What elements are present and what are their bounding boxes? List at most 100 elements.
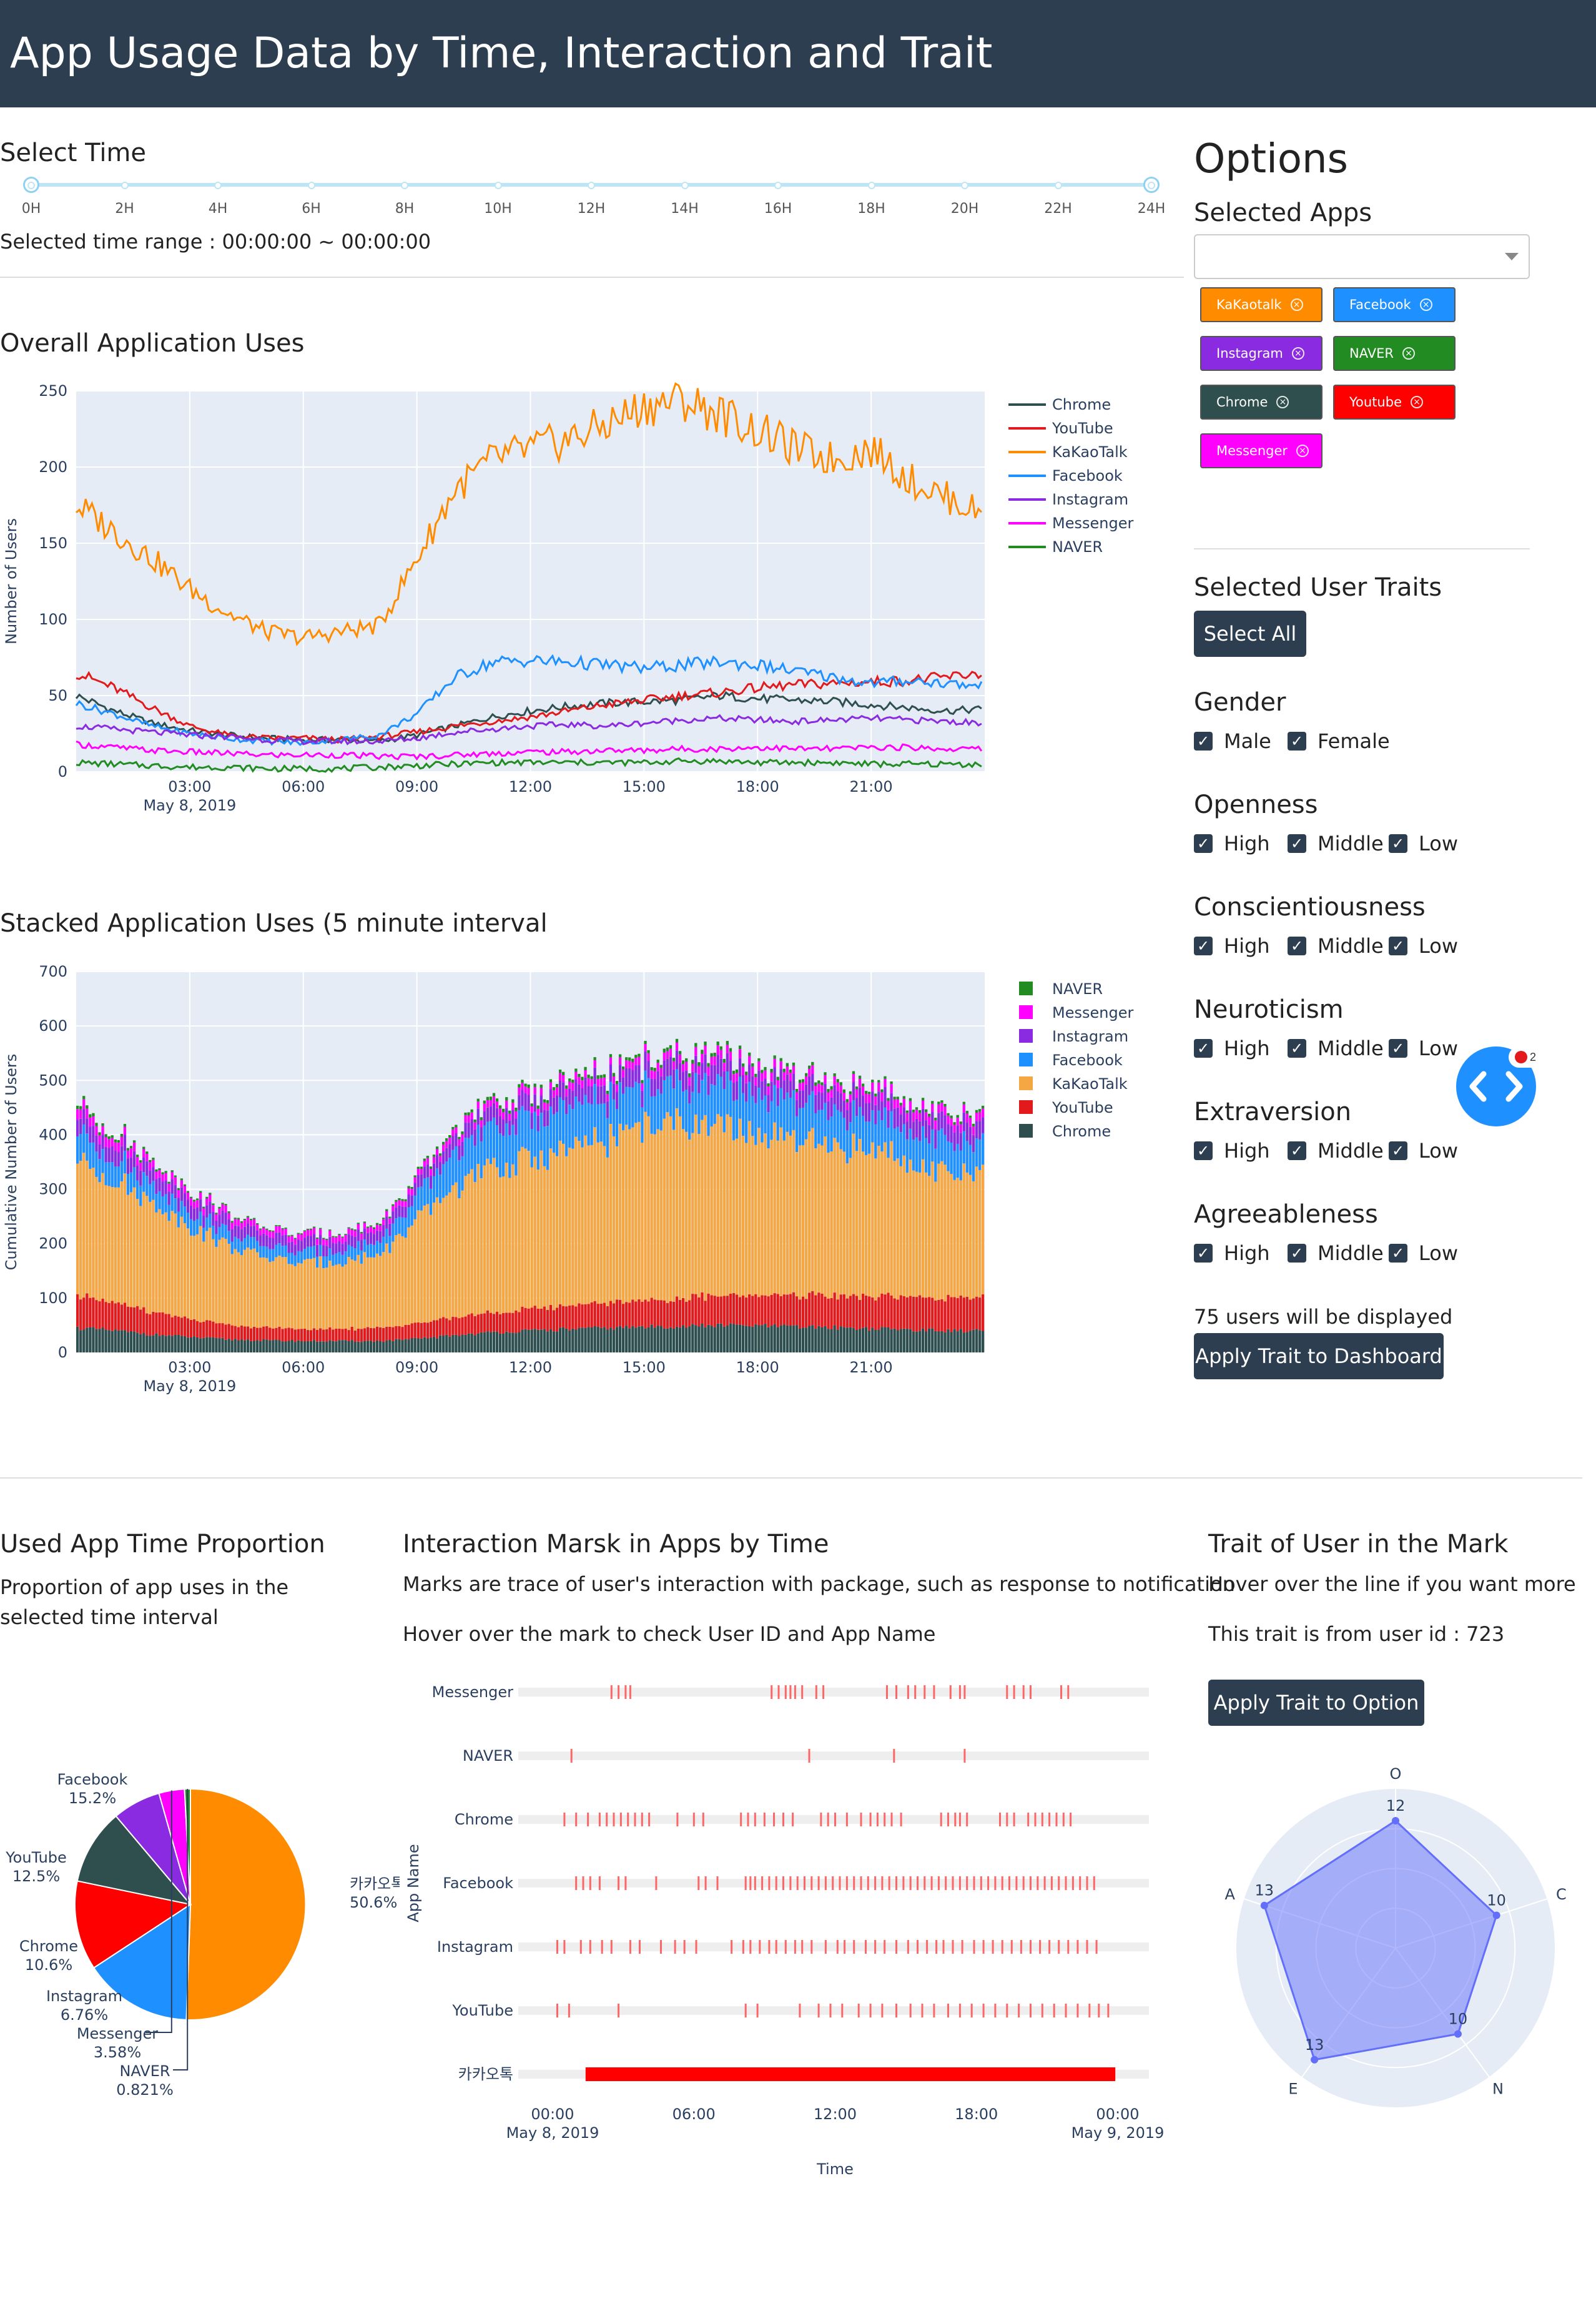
trait-point xyxy=(1454,2030,1462,2038)
bar-segment xyxy=(527,1084,530,1088)
interaction-mark xyxy=(907,1685,909,1699)
checkbox-checked-icon[interactable]: ✓ xyxy=(1194,1039,1213,1058)
bar-segment xyxy=(281,1228,284,1229)
trait-checkbox[interactable]: ✓ High xyxy=(1194,1241,1270,1265)
trait-checkbox[interactable]: ✓ Middle xyxy=(1288,1241,1384,1265)
bar-segment xyxy=(189,1319,193,1337)
bar-segment xyxy=(174,1316,177,1335)
bar-segment xyxy=(237,1252,240,1327)
interaction-mark xyxy=(822,1685,825,1699)
bar-segment xyxy=(464,1115,467,1123)
trait-checkbox[interactable]: ✓ Middle xyxy=(1288,832,1384,855)
checkbox-checked-icon[interactable]: ✓ xyxy=(1194,1141,1213,1160)
apply-trait-to-dashboard-button[interactable]: Apply Trait to Dashboard xyxy=(1194,1333,1444,1379)
remove-chip-icon[interactable]: × xyxy=(1402,347,1415,360)
trait-checkbox[interactable]: ✓ Female xyxy=(1288,729,1390,753)
bar-segment xyxy=(132,1142,136,1151)
app-chip[interactable]: Chrome × xyxy=(1200,385,1323,420)
bar-segment xyxy=(972,1329,975,1352)
app-chip[interactable]: NAVER × xyxy=(1333,336,1456,371)
trait-checkbox[interactable]: ✓ High xyxy=(1194,1139,1270,1163)
chevron-down-icon[interactable] xyxy=(1505,253,1519,260)
checkbox-checked-icon[interactable]: ✓ xyxy=(1389,1039,1407,1058)
trait-checkbox[interactable]: ✓ High xyxy=(1194,934,1270,958)
trait-checkbox[interactable]: ✓ High xyxy=(1194,832,1270,855)
checkbox-checked-icon[interactable]: ✓ xyxy=(1389,834,1407,853)
bar-segment xyxy=(322,1245,325,1257)
trait-checkbox[interactable]: ✓ Male xyxy=(1194,729,1271,753)
app-chip[interactable]: KaKaotalk × xyxy=(1200,287,1323,322)
code-toggle-button[interactable]: 2 xyxy=(1456,1046,1542,1126)
trait-checkbox[interactable]: ✓ Low xyxy=(1389,832,1458,855)
checkbox-checked-icon[interactable]: ✓ xyxy=(1389,1141,1407,1160)
bar-segment xyxy=(101,1327,104,1352)
trait-checkbox[interactable]: ✓ Low xyxy=(1389,1036,1458,1060)
checkbox-checked-icon[interactable]: ✓ xyxy=(1194,834,1213,853)
bar-segment xyxy=(770,1072,773,1082)
trait-checkbox[interactable]: ✓ Low xyxy=(1389,934,1458,958)
trait-checkbox[interactable]: ✓ Low xyxy=(1389,1241,1458,1265)
bar-segment xyxy=(319,1328,322,1342)
app-chip[interactable]: Youtube × xyxy=(1333,385,1456,420)
trait-checkbox[interactable]: ✓ High xyxy=(1194,1036,1270,1060)
trait-checkbox[interactable]: ✓ Middle xyxy=(1288,1036,1384,1060)
remove-chip-icon[interactable]: × xyxy=(1291,347,1304,360)
bar-segment xyxy=(195,1200,199,1208)
bar-segment xyxy=(120,1136,124,1146)
app-chip[interactable]: Messenger × xyxy=(1200,433,1323,468)
bar-segment xyxy=(669,1301,672,1327)
bar-segment xyxy=(858,1075,862,1079)
remove-chip-icon[interactable]: × xyxy=(1419,298,1432,311)
remove-chip-icon[interactable]: × xyxy=(1290,298,1303,311)
remove-chip-icon[interactable]: × xyxy=(1296,445,1309,457)
checkbox-checked-icon[interactable]: ✓ xyxy=(1288,1141,1306,1160)
bar-segment xyxy=(461,1317,464,1335)
checkbox-checked-icon[interactable]: ✓ xyxy=(1194,732,1213,751)
interaction-mark xyxy=(1018,2004,1020,2017)
bar-segment xyxy=(306,1229,310,1236)
bar-segment xyxy=(754,1324,757,1352)
bar-segment xyxy=(416,1169,420,1175)
bar-segment xyxy=(464,1138,467,1176)
bar-segment xyxy=(565,1328,568,1352)
app-chip[interactable]: Instagram × xyxy=(1200,336,1323,371)
bar-segment xyxy=(287,1242,290,1253)
bar-segment xyxy=(338,1241,341,1252)
bar-segment xyxy=(735,1100,739,1139)
bar-segment xyxy=(568,1105,571,1148)
remove-chip-icon[interactable]: × xyxy=(1411,396,1423,408)
slider-mark-dot xyxy=(27,182,35,189)
apply-trait-to-option-button[interactable]: Apply Trait to Option xyxy=(1208,1680,1424,1726)
checkbox-checked-icon[interactable]: ✓ xyxy=(1194,1244,1213,1263)
checkbox-checked-icon[interactable]: ✓ xyxy=(1288,732,1306,751)
bar-segment xyxy=(480,1127,483,1142)
bar-segment xyxy=(754,1077,757,1086)
bar-segment xyxy=(315,1341,319,1352)
bar-segment xyxy=(438,1318,442,1336)
bar-segment xyxy=(593,1060,596,1068)
checkbox-checked-icon[interactable]: ✓ xyxy=(1288,834,1306,853)
checkbox-checked-icon[interactable]: ✓ xyxy=(1288,1244,1306,1263)
checkbox-checked-icon[interactable]: ✓ xyxy=(1389,937,1407,955)
remove-chip-icon[interactable]: × xyxy=(1276,396,1289,408)
trait-checkbox[interactable]: ✓ Middle xyxy=(1288,934,1384,958)
select-all-button[interactable]: Select All xyxy=(1194,611,1306,657)
trait-checkbox[interactable]: ✓ Middle xyxy=(1288,1139,1384,1163)
bar-segment xyxy=(455,1133,458,1146)
trait-checkbox[interactable]: ✓ Low xyxy=(1389,1139,1458,1163)
bar-segment xyxy=(741,1325,745,1352)
bar-segment xyxy=(445,1161,448,1196)
bar-segment xyxy=(713,1065,716,1086)
checkbox-checked-icon[interactable]: ✓ xyxy=(1288,1039,1306,1058)
bar-segment xyxy=(581,1105,584,1148)
bar-segment xyxy=(666,1112,669,1303)
app-chip[interactable]: Facebook × xyxy=(1333,287,1456,322)
checkbox-checked-icon[interactable]: ✓ xyxy=(1194,937,1213,955)
bar-segment xyxy=(615,1091,619,1110)
checkbox-checked-icon[interactable]: ✓ xyxy=(1389,1244,1407,1263)
app-select-dropdown[interactable] xyxy=(1194,234,1530,279)
interaction-mark xyxy=(824,1876,827,1890)
bar-segment xyxy=(634,1065,638,1082)
checkbox-checked-icon[interactable]: ✓ xyxy=(1288,937,1306,955)
bar-segment xyxy=(401,1206,404,1218)
